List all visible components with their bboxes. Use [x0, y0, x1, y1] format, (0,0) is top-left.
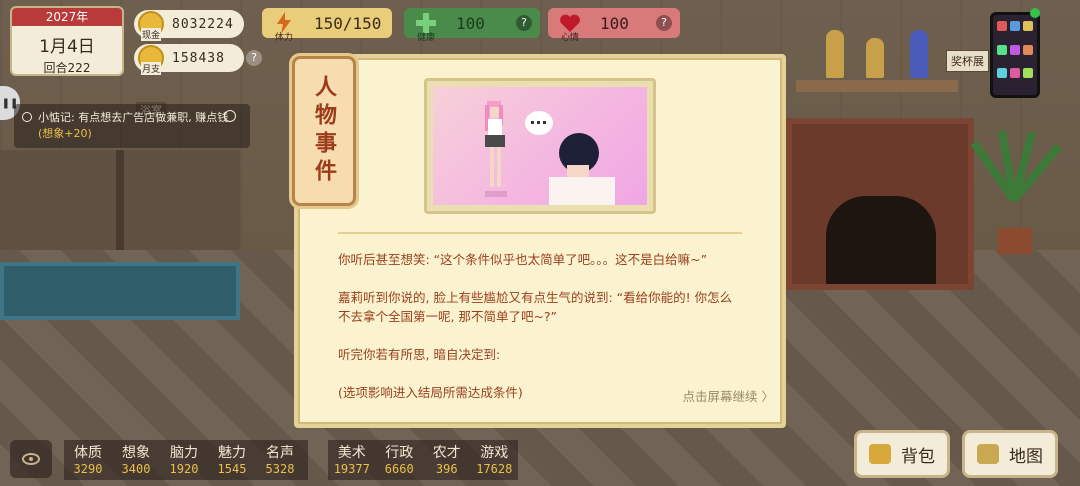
attribute: 农才 396 [432, 445, 461, 476]
event-type-tag: 人物事件 [292, 56, 356, 206]
coin-icon: 现金 [138, 11, 164, 41]
divider [338, 232, 742, 234]
lightbulb-icon [22, 112, 32, 122]
trophy-display-label[interactable]: 奖杯展 [946, 50, 989, 72]
attribute: 体质 3290 [73, 445, 103, 476]
memo-reward: (想象+20) [38, 127, 92, 140]
attribute: 美术 19377 [333, 445, 370, 476]
mood-stat[interactable]: 心情 100 ? [548, 8, 680, 43]
lightning-icon: 体力 [270, 9, 298, 43]
trophy-shelf [796, 80, 958, 92]
attribute: 脑力 1920 [169, 445, 199, 476]
attribute: 行政 6660 [384, 445, 414, 476]
attributes-skills: 美术 19377 行政 6660 农才 396 游戏 17628 [328, 440, 518, 480]
heart-icon: 心情 [556, 9, 584, 43]
mood-value: 100 [600, 13, 629, 33]
attribute: 魅力 1545 [217, 445, 247, 476]
rug [0, 262, 240, 320]
monthly-expense-display: 月支 158438 ? [134, 44, 262, 75]
backpack-label: 背包 [901, 446, 935, 467]
trophy-icon [866, 38, 884, 78]
toggle-view-button[interactable] [10, 440, 52, 478]
monthly-expense-value: 158438 [172, 50, 225, 66]
fireplace [786, 118, 974, 290]
backpack-button[interactable]: 背包 [854, 430, 950, 478]
energy-stat[interactable]: 体力 150/150 [262, 8, 392, 43]
date-year: 2027年 [12, 8, 122, 26]
trophy-icon [910, 30, 928, 78]
health-stat[interactable]: 健康 100 ? [404, 8, 540, 43]
window [0, 150, 240, 260]
event-illustration [424, 78, 656, 214]
attribute: 游戏 17628 [476, 445, 513, 476]
event-story: 你听后甚至想笑: “这个条件似乎也太简单了吧。。。这不是白给嘛~” 嘉莉听到你说… [338, 250, 742, 402]
trophy-icon [826, 30, 844, 78]
attribute: 想象 3400 [121, 445, 151, 476]
cross-icon: 健康 [412, 9, 440, 43]
notification-dot [1030, 8, 1040, 18]
help-icon[interactable]: ? [516, 15, 532, 31]
map-icon [977, 444, 999, 464]
memo-text: 小惦记: 有点想去广告店做兼职, 赚点钱 [38, 111, 229, 124]
reminder-memo[interactable]: 小惦记: 有点想去广告店做兼职, 赚点钱 (想象+20) [14, 104, 250, 148]
phone-icon[interactable] [990, 12, 1040, 98]
map-button[interactable]: 地图 [962, 430, 1058, 478]
potted-plant [970, 110, 1063, 254]
coin-icon: 月支 [138, 45, 164, 75]
cash-display: 现金 8032224 [134, 10, 244, 41]
turn-counter: 回合222 [43, 61, 91, 75]
help-icon[interactable]: ? [656, 15, 672, 31]
event-type-label: 人物事件 [311, 75, 337, 187]
clock-icon [224, 110, 236, 122]
health-value: 100 [456, 13, 485, 33]
event-scene-image [433, 87, 647, 205]
continue-prompt[interactable]: 点击屏幕继续 〉 [683, 386, 774, 405]
story-paragraph: (选项影响进入结局所需达成条件) [338, 385, 523, 400]
story-paragraph: 听完你若有所思, 暗自决定到: [338, 347, 501, 362]
attributes-primary: 体质 3290 想象 3400 脑力 1920 魅力 1545 名声 5328 [64, 440, 308, 480]
attribute: 名声 5328 [265, 445, 295, 476]
energy-value: 150/150 [314, 13, 382, 33]
date-panel: 2027年 1月4日 回合222 [10, 6, 124, 76]
date-day: 1月4日 [39, 37, 95, 57]
backpack-icon [869, 444, 891, 464]
map-label: 地图 [1009, 446, 1043, 467]
eye-icon [22, 453, 40, 465]
cash-value: 8032224 [172, 16, 234, 32]
help-icon[interactable]: ? [246, 50, 262, 66]
story-paragraph: 你听后甚至想笑: “这个条件似乎也太简单了吧。。。这不是白给嘛~” [338, 252, 708, 267]
story-paragraph: 嘉莉听到你说的, 脸上有些尴尬又有点生气的说到: “看给你能的! 你怎么不去拿个… [338, 290, 733, 324]
